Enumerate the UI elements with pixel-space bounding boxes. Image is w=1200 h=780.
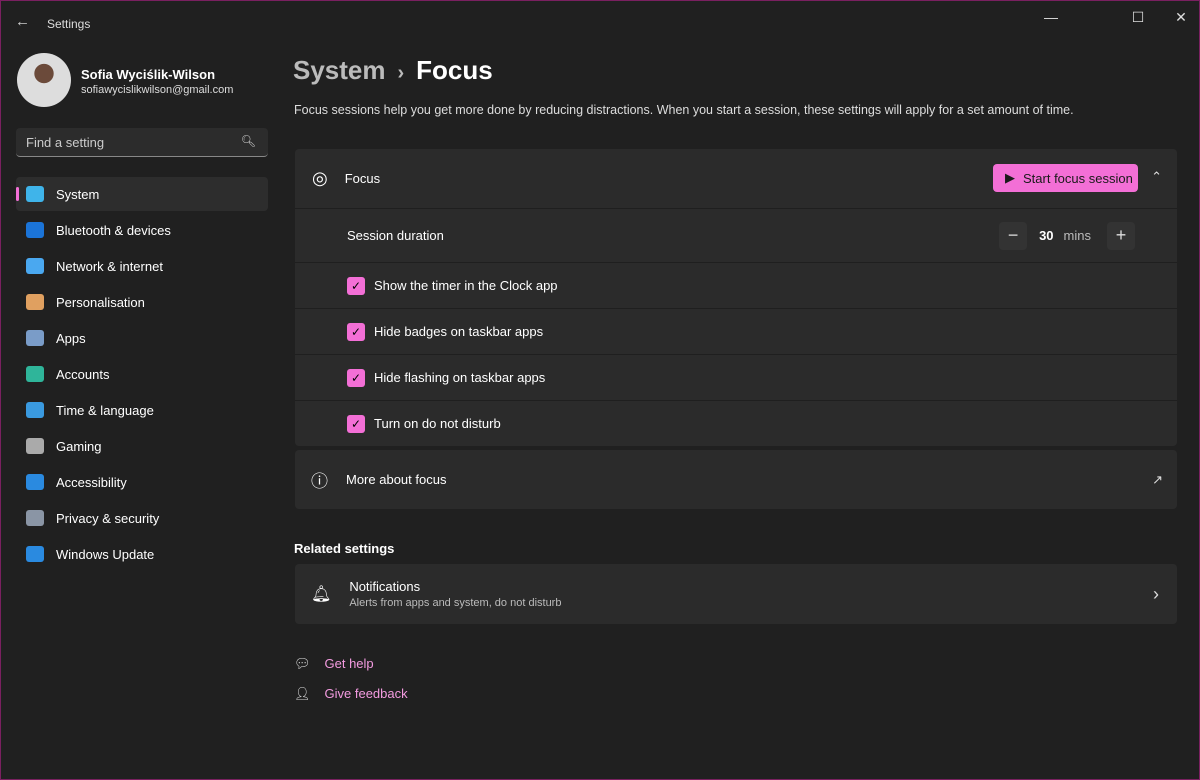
more-label: More about focus xyxy=(346,472,446,487)
sidebar-item-gaming[interactable]: Gaming xyxy=(16,429,268,463)
option-label: Show the timer in the Clock app xyxy=(374,278,558,293)
focus-option-row: ✓ Turn on do not disturb xyxy=(295,400,1177,446)
focus-option-row: ✓ Show the timer in the Clock app xyxy=(295,262,1177,308)
get-help-link[interactable]: 💬︎ Get help xyxy=(294,656,374,672)
give-feedback-link[interactable]: 👤︎ Give feedback xyxy=(294,686,408,702)
sidebar-item-apps[interactable]: Apps xyxy=(16,321,268,355)
avatar[interactable] xyxy=(17,53,71,107)
focus-option-row: ✓ Hide badges on taskbar apps xyxy=(295,308,1177,354)
nav-icon xyxy=(26,294,44,310)
user-name: Sofia Wyciślik-Wilson xyxy=(81,67,215,82)
checkbox-checked[interactable]: ✓ xyxy=(347,369,365,387)
sidebar-item-network-internet[interactable]: Network & internet xyxy=(16,249,268,283)
play-icon: ▶ xyxy=(1005,170,1015,186)
sidebar-item-windows-update[interactable]: Windows Update xyxy=(16,537,268,571)
app-title: Settings xyxy=(47,17,90,31)
back-button[interactable]: ← xyxy=(15,13,30,30)
nav-icon xyxy=(26,330,44,346)
notifications-link[interactable]: 🔔︎ Notifications Alerts from apps and sy… xyxy=(295,564,1177,624)
option-label: Turn on do not disturb xyxy=(374,416,501,431)
maximize-button[interactable]: ☐ xyxy=(1118,9,1158,26)
nav-icon xyxy=(26,402,44,418)
search-placeholder: Find a setting xyxy=(26,135,104,150)
search-icon: 🔍︎ xyxy=(241,134,256,148)
session-duration-row: Session duration − 30 mins + xyxy=(295,208,1177,262)
start-focus-session-button[interactable]: ▶ Start focus session xyxy=(993,164,1138,192)
nav-icon xyxy=(26,546,44,562)
nav-icon xyxy=(26,510,44,526)
breadcrumb: System › Focus xyxy=(293,55,493,86)
minimize-button[interactable]: — xyxy=(1031,9,1071,25)
sidebar-item-accessibility[interactable]: Accessibility xyxy=(16,465,268,499)
increase-duration-button[interactable]: + xyxy=(1107,222,1135,250)
nav-icon xyxy=(26,186,44,202)
help-circle-icon: ⓘ xyxy=(311,467,328,492)
help-icon: 💬︎ xyxy=(294,656,311,671)
external-link-icon: ↗ xyxy=(1152,472,1163,488)
nav-icon xyxy=(26,222,44,238)
chevron-up-icon[interactable]: ⌃ xyxy=(1151,169,1162,185)
bell-icon: 🔔︎ xyxy=(311,584,331,604)
chevron-right-icon: › xyxy=(398,62,405,84)
decrease-duration-button[interactable]: − xyxy=(999,222,1027,250)
nav-icon xyxy=(26,474,44,490)
breadcrumb-system[interactable]: System xyxy=(293,55,386,85)
more-about-focus[interactable]: ⓘ More about focus ↗ xyxy=(295,450,1177,509)
related-settings-heading: Related settings xyxy=(294,541,394,556)
nav-icon xyxy=(26,366,44,382)
option-label: Hide badges on taskbar apps xyxy=(374,324,543,339)
sidebar-item-label: Gaming xyxy=(56,439,102,454)
get-help-label: Get help xyxy=(325,656,374,671)
checkbox-checked[interactable]: ✓ xyxy=(347,415,365,433)
page-description: Focus sessions help you get more done by… xyxy=(294,103,1074,117)
checkbox-checked[interactable]: ✓ xyxy=(347,277,365,295)
feedback-icon: 👤︎ xyxy=(294,686,311,701)
page-title: Focus xyxy=(416,55,493,85)
focus-header[interactable]: ◎ Focus ▶ Start focus session ⌃ xyxy=(295,149,1177,208)
duration-unit: mins xyxy=(1064,228,1091,243)
focus-card: ◎ Focus ▶ Start focus session ⌃ Session d… xyxy=(295,149,1177,446)
sidebar-item-label: Network & internet xyxy=(56,259,163,274)
checkbox-checked[interactable]: ✓ xyxy=(347,323,365,341)
sidebar-item-label: Accessibility xyxy=(56,475,127,490)
focus-icon: ◎ xyxy=(312,168,328,189)
sidebar-item-label: Personalisation xyxy=(56,295,145,310)
duration-value: 30 xyxy=(1039,228,1053,243)
user-email: sofiawycislikwilson@gmail.com xyxy=(81,84,233,96)
search-input[interactable]: Find a setting 🔍︎ xyxy=(16,128,268,157)
sidebar-item-privacy-security[interactable]: Privacy & security xyxy=(16,501,268,535)
sidebar-item-label: Bluetooth & devices xyxy=(56,223,171,238)
notifications-title: Notifications xyxy=(349,579,561,594)
sidebar-item-time-language[interactable]: Time & language xyxy=(16,393,268,427)
nav-icon xyxy=(26,438,44,454)
sidebar-item-label: Windows Update xyxy=(56,547,154,562)
sidebar-item-accounts[interactable]: Accounts xyxy=(16,357,268,391)
option-label: Hide flashing on taskbar apps xyxy=(374,370,545,385)
sidebar-item-system[interactable]: System xyxy=(16,177,268,211)
start-label: Start focus session xyxy=(1023,171,1133,186)
sidebar-nav: System Bluetooth & devices Network & inter… xyxy=(16,177,268,573)
duration-label: Session duration xyxy=(347,228,444,243)
focus-title: Focus xyxy=(345,171,380,186)
notifications-subtitle: Alerts from apps and system, do not dist… xyxy=(349,597,561,609)
sidebar-item-personalisation[interactable]: Personalisation xyxy=(16,285,268,319)
close-button[interactable]: ✕ xyxy=(1161,9,1200,26)
sidebar-item-label: Apps xyxy=(56,331,86,346)
sidebar-item-label: Accounts xyxy=(56,367,109,382)
sidebar-item-label: Privacy & security xyxy=(56,511,159,526)
give-feedback-label: Give feedback xyxy=(325,686,408,701)
chevron-right-icon: › xyxy=(1153,584,1159,605)
title-bar: ← Settings — ☐ ✕ xyxy=(1,1,1199,45)
nav-icon xyxy=(26,258,44,274)
sidebar-item-label: System xyxy=(56,187,99,202)
focus-option-row: ✓ Hide flashing on taskbar apps xyxy=(295,354,1177,400)
sidebar-item-label: Time & language xyxy=(56,403,154,418)
sidebar-item-bluetooth-devices[interactable]: Bluetooth & devices xyxy=(16,213,268,247)
